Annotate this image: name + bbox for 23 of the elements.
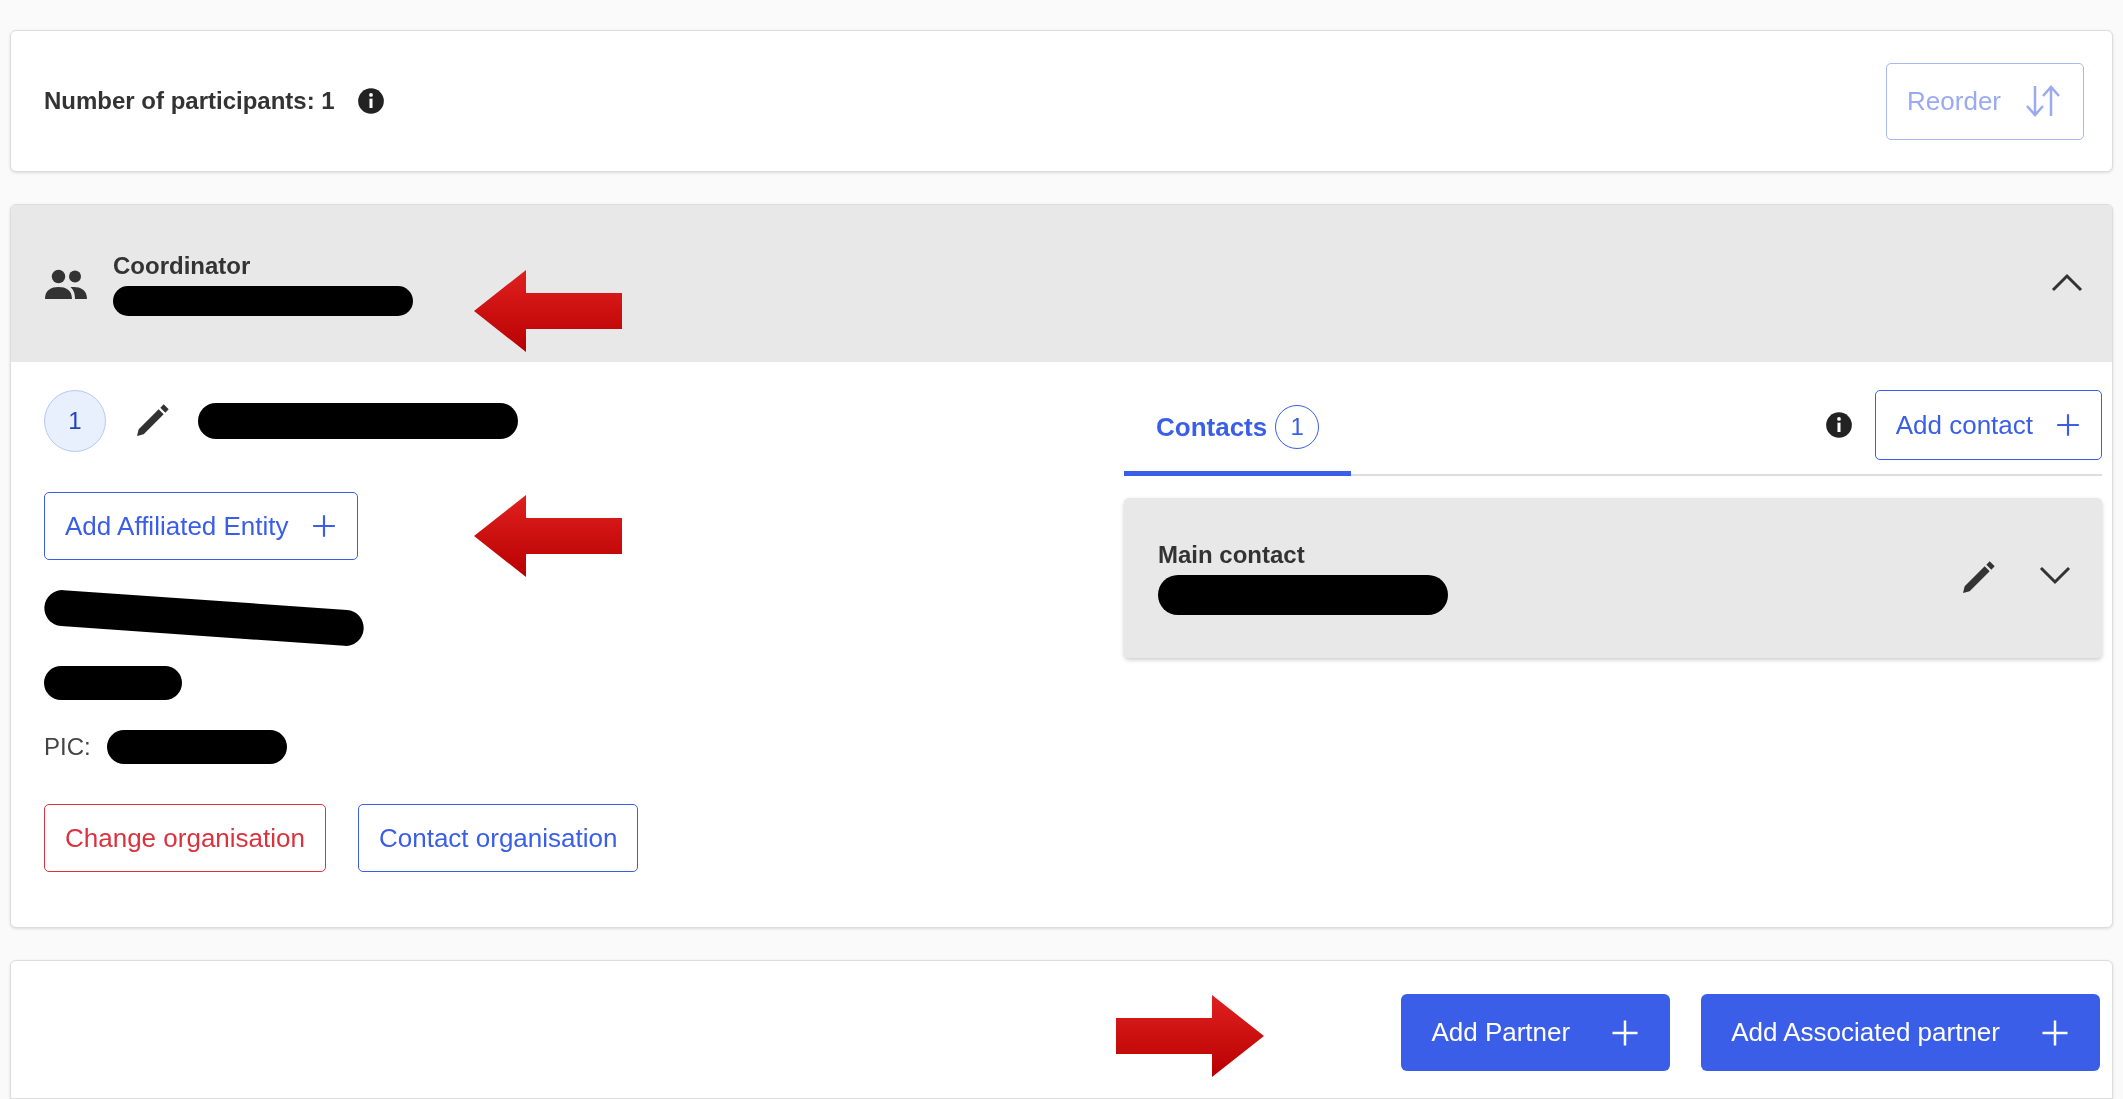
left-arrow-icon: [474, 270, 622, 352]
chevron-down-icon[interactable]: [2038, 565, 2072, 587]
change-organisation-button[interactable]: Change organisation: [44, 804, 326, 872]
add-affiliated-entity-button[interactable]: Add Affiliated Entity: [44, 492, 358, 560]
left-arrow-icon: [474, 495, 622, 577]
participant-number: 1: [44, 390, 106, 452]
add-partner-button[interactable]: Add Partner: [1401, 994, 1671, 1071]
participant-header[interactable]: Coordinator: [11, 205, 2112, 362]
role-title: Coordinator: [113, 251, 252, 280]
plus-icon: [310, 513, 337, 539]
contact-organisation-button[interactable]: Contact organisation: [357, 804, 639, 872]
right-arrow-icon: [1116, 995, 1264, 1077]
plus-icon: [2055, 412, 2081, 438]
participants-count: Number of participants: 1: [44, 87, 335, 115]
info-icon[interactable]: [1824, 411, 1853, 439]
sort-arrows-icon: [2023, 84, 2063, 118]
pic-label: PIC:: [44, 733, 91, 761]
contact-title: Main contact: [1158, 541, 1306, 569]
info-icon[interactable]: [356, 87, 385, 115]
people-icon: [45, 268, 87, 299]
add-contact-button[interactable]: Add contact: [1874, 390, 2102, 460]
add-associated-partner-button[interactable]: Add Associated partner: [1701, 994, 2100, 1071]
contacts-tab[interactable]: Contacts 1: [1124, 405, 1352, 476]
